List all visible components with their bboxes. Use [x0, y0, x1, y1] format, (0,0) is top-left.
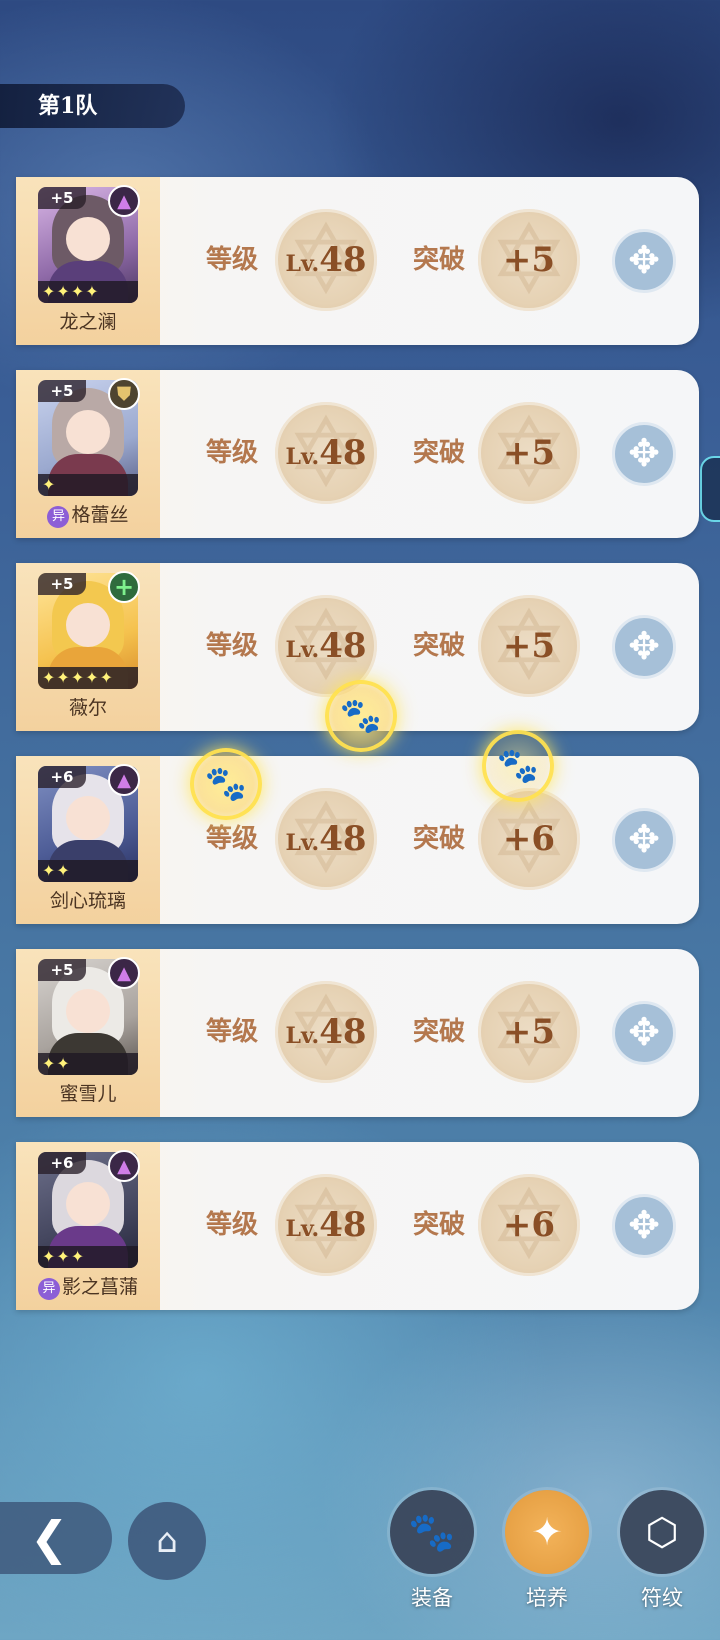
plus-badge: +5 [38, 187, 86, 209]
team-title: 第1队 [0, 84, 185, 128]
plus-badge: +6 [38, 766, 86, 788]
paw-icon: 🐾 [325, 680, 397, 752]
level-medal[interactable]: Lv.48 [275, 981, 377, 1083]
heal-cross-icon: + [108, 571, 140, 603]
level-medal[interactable]: Lv.48 [275, 1174, 377, 1276]
breakthrough-label: 突破 [413, 1017, 466, 1047]
level-label: 等级 [206, 631, 259, 661]
breakthrough-value: +6 [502, 819, 556, 859]
plus-badge: +5 [38, 959, 86, 981]
equipment-button[interactable]: 🐾 [390, 1490, 474, 1574]
training-button[interactable]: ✦ [505, 1490, 589, 1574]
star-rating: ✦✦✦✦ [38, 281, 138, 303]
level-value: 48 [319, 626, 367, 666]
rune-dice-icon: ⬡ [645, 1510, 679, 1554]
hero-portrait[interactable]: +5 + ✦✦✦✦✦ 薇尔 [16, 563, 160, 731]
level-value: 48 [319, 433, 367, 473]
training-label: 培养 [526, 1586, 568, 1610]
plus-badge: +5 [38, 573, 86, 595]
level-value: 48 [319, 240, 367, 280]
breakthrough-value: +6 [502, 1205, 556, 1245]
level-medal[interactable]: Lv.48 [275, 209, 377, 311]
breakthrough-label: 突破 [413, 1210, 466, 1240]
back-arrow-icon[interactable]: ❮ [0, 1502, 112, 1574]
hero-card[interactable]: +6 ▲ ✦✦ 剑心琉璃 等级 Lv.48 突破 +6 ✥ [16, 756, 699, 924]
move-arrows-icon[interactable]: ✥ [612, 422, 676, 486]
breakthrough-label: 突破 [413, 631, 466, 661]
equipment-label: 装备 [411, 1586, 453, 1610]
hero-portrait[interactable]: +5 ▲ ✦✦✦✦ 龙之澜 [16, 177, 160, 345]
hero-name: 剑心琉璃 [49, 890, 126, 912]
hero-portrait[interactable]: +5 ⛊ ✦ 异格蕾丝 [16, 370, 160, 538]
breakthrough-medal[interactable]: +5 [478, 402, 580, 504]
breakthrough-medal[interactable]: +5 [478, 209, 580, 311]
shield-icon: ⛊ [108, 378, 140, 410]
rune-label: 符纹 [641, 1586, 683, 1610]
breakthrough-value: +5 [502, 433, 556, 473]
hero-card[interactable]: +6 ▲ ✦✦✦ 异影之菖蒲 等级 Lv.48 突破 +6 ✥ [16, 1142, 699, 1310]
level-medal[interactable]: Lv.48 [275, 402, 377, 504]
breakthrough-label: 突破 [413, 438, 466, 468]
hero-portrait[interactable]: +6 ▲ ✦✦✦ 异影之菖蒲 [16, 1142, 160, 1310]
hero-name: 异影之菖蒲 [16, 1272, 160, 1302]
breakthrough-value: +5 [502, 240, 556, 280]
star-rating: ✦ [38, 474, 138, 496]
level-label: 等级 [206, 824, 259, 854]
move-arrows-icon[interactable]: ✥ [612, 1001, 676, 1065]
breakthrough-label: 突破 [413, 824, 466, 854]
upgrade-arrow-icon: ▲ [108, 1150, 140, 1182]
breakthrough-medal[interactable]: +6 [478, 788, 580, 890]
plus-badge: +6 [38, 1152, 86, 1174]
side-drawer-tab[interactable] [700, 456, 720, 522]
breakthrough-medal[interactable]: +5 [478, 981, 580, 1083]
hero-portrait[interactable]: +6 ▲ ✦✦ 剑心琉璃 [16, 756, 160, 924]
level-label: 等级 [206, 1017, 259, 1047]
upgrade-arrow-icon: ▲ [108, 957, 140, 989]
paw-coin-icon: 🐾 [408, 1510, 456, 1554]
breakthrough-value: +5 [502, 626, 556, 666]
breakthrough-value: +5 [502, 1012, 556, 1052]
star-rating: ✦✦✦✦✦ [38, 667, 138, 689]
level-label: 等级 [206, 1210, 259, 1240]
hero-name: 龙之澜 [59, 311, 117, 333]
variant-badge: 异 [47, 506, 70, 528]
hero-card[interactable]: +5 ▲ ✦✦ 蜜雪儿 等级 Lv.48 突破 +5 ✥ [16, 949, 699, 1117]
level-value: 48 [319, 1012, 367, 1052]
move-arrows-icon[interactable]: ✥ [612, 229, 676, 293]
move-arrows-icon[interactable]: ✥ [612, 808, 676, 872]
hero-name: 蜜雪儿 [59, 1083, 117, 1105]
breakthrough-medal[interactable]: +6 [478, 1174, 580, 1276]
upgrade-arrow-icon: ▲ [108, 764, 140, 796]
breakthrough-medal[interactable]: +5 [478, 595, 580, 697]
level-medal[interactable]: Lv.48 [275, 788, 377, 890]
star-rating: ✦✦ [38, 860, 138, 882]
star-rating: ✦✦✦ [38, 1246, 138, 1268]
upgrade-arrow-icon: ▲ [108, 185, 140, 217]
card-star-icon: ✦ [531, 1510, 563, 1554]
level-label: 等级 [206, 245, 259, 275]
move-arrows-icon[interactable]: ✥ [612, 615, 676, 679]
variant-badge: 异 [37, 1278, 60, 1300]
plus-badge: +5 [38, 380, 86, 402]
paw-icon: 🐾 [190, 748, 262, 820]
level-value: 48 [319, 819, 367, 859]
home-icon[interactable]: ⌂ [128, 1502, 206, 1580]
hero-name: 薇尔 [68, 697, 107, 719]
level-value: 48 [319, 1205, 367, 1245]
hero-portrait[interactable]: +5 ▲ ✦✦ 蜜雪儿 [16, 949, 160, 1117]
hero-card[interactable]: +5 ⛊ ✦ 异格蕾丝 等级 Lv.48 突破 +5 ✥ [16, 370, 699, 538]
hero-card[interactable]: +5 ▲ ✦✦✦✦ 龙之澜 等级 Lv.48 突破 +5 ✥ [16, 177, 699, 345]
rune-button[interactable]: ⬡ [620, 1490, 704, 1574]
move-arrows-icon[interactable]: ✥ [612, 1194, 676, 1258]
paw-icon: 🐾 [482, 730, 554, 802]
star-rating: ✦✦ [38, 1053, 138, 1075]
breakthrough-label: 突破 [413, 245, 466, 275]
hero-name: 异格蕾丝 [16, 500, 160, 530]
level-label: 等级 [206, 438, 259, 468]
